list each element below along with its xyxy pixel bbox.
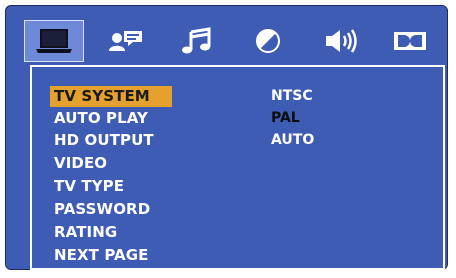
speaker-setup-icon	[320, 27, 360, 55]
option-auto[interactable]: AUTO	[271, 130, 314, 151]
tab-audio-setup[interactable]	[167, 20, 227, 62]
menu-item-tv-type[interactable]: TV TYPE	[50, 176, 128, 197]
video-setup-icon	[248, 27, 288, 55]
tab-system-setup[interactable]	[24, 20, 84, 62]
menu-item-rating[interactable]: RATING	[50, 222, 121, 243]
menu-item-password[interactable]: PASSWORD	[50, 199, 154, 220]
tab-video-setup[interactable]	[238, 20, 298, 62]
settings-panel: TV SYSTEM AUTO PLAY HD OUTPUT VIDEO TV T…	[30, 65, 445, 270]
setup-menu-frame: TV SYSTEM AUTO PLAY HD OUTPUT VIDEO TV T…	[5, 5, 448, 270]
option-pal[interactable]: PAL	[271, 108, 300, 129]
language-setup-icon	[106, 27, 146, 55]
dolby-digital-setup-icon	[390, 27, 430, 55]
menu-item-auto-play[interactable]: AUTO PLAY	[50, 108, 152, 129]
menu-item-next-page[interactable]: NEXT PAGE	[50, 245, 153, 266]
system-setup-icon	[34, 27, 74, 55]
menu-item-tv-system[interactable]: TV SYSTEM	[50, 86, 172, 107]
tab-dolby-digital-setup[interactable]	[380, 20, 440, 62]
option-ntsc[interactable]: NTSC	[271, 86, 313, 107]
dvd-setup-screen: TV SYSTEM AUTO PLAY HD OUTPUT VIDEO TV T…	[0, 0, 456, 278]
menu-item-video[interactable]: VIDEO	[50, 153, 111, 174]
tab-language-setup[interactable]	[96, 20, 156, 62]
setup-tab-bar	[14, 20, 448, 62]
audio-setup-icon	[177, 27, 217, 55]
menu-item-hd-output[interactable]: HD OUTPUT	[50, 130, 158, 151]
tab-speaker-setup[interactable]	[310, 20, 370, 62]
